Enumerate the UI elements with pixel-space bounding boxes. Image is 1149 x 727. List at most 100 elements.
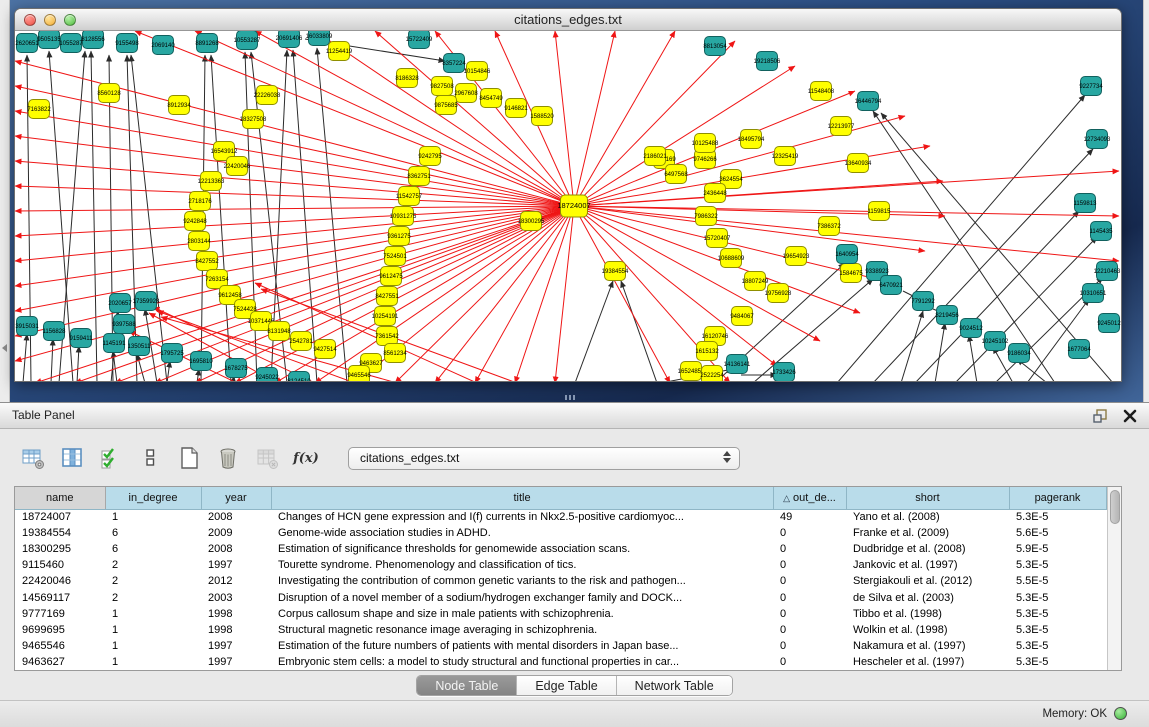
column-header-out_degree[interactable]: △out_de... — [773, 487, 846, 509]
graph-node[interactable]: 16446794 — [855, 92, 882, 111]
graph-node[interactable]: 1156828 — [43, 322, 67, 341]
table-row[interactable]: 977716911998Corpus callosum shape and si… — [15, 606, 1106, 622]
graph-node[interactable]: 9465546 — [347, 366, 371, 383]
graph-node[interactable]: 10310651 — [1080, 284, 1107, 303]
graph-edge[interactable] — [837, 95, 1085, 382]
graph-node[interactable]: 3915031 — [15, 317, 39, 336]
graph-node[interactable]: 17359928 — [133, 292, 160, 311]
graph-node[interactable]: 15722409 — [406, 31, 433, 49]
zoom-window-button[interactable] — [64, 14, 76, 26]
column-header-name[interactable]: name — [15, 487, 105, 509]
graph-node[interactable]: 9505135 — [37, 31, 61, 49]
graph-node[interactable]: 7361542 — [375, 327, 399, 346]
graph-node[interactable]: 1588520 — [530, 107, 554, 126]
graph-node[interactable]: 1677064 — [1067, 340, 1091, 359]
graph-node[interactable]: 2803144 — [187, 232, 211, 251]
graph-node[interactable]: 8813054 — [703, 37, 727, 56]
tab-edge-table[interactable]: Edge Table — [517, 676, 616, 695]
collapse-panel-arrow-icon[interactable] — [2, 344, 7, 352]
float-panel-icon[interactable] — [1091, 407, 1109, 425]
graph-node[interactable]: 8128556 — [81, 31, 105, 49]
graph-node[interactable]: 2186021 — [643, 147, 667, 166]
graph-node[interactable]: 9242795 — [418, 147, 442, 166]
graph-node[interactable]: 18807249 — [742, 272, 769, 291]
graph-node[interactable]: 1640954 — [835, 245, 859, 264]
graph-edge[interactable] — [15, 206, 574, 311]
column-header-in_degree[interactable]: in_degree — [105, 487, 201, 509]
column-header-pagerank[interactable]: pagerank — [1009, 487, 1106, 509]
graph-node[interactable]: 8912934 — [167, 96, 191, 115]
graph-node[interactable]: 8427552 — [195, 252, 219, 271]
graph-node[interactable]: 11542757 — [396, 187, 423, 206]
table-row[interactable]: 1456911722003Disruption of a novel membe… — [15, 589, 1106, 605]
close-window-button[interactable] — [24, 14, 36, 26]
graph-node[interactable]: 1615132 — [695, 342, 719, 361]
graph-edge[interactable] — [77, 346, 79, 382]
graph-edge[interactable] — [575, 281, 613, 382]
graph-edge[interactable] — [109, 55, 113, 382]
graph-node[interactable]: 12210463 — [1094, 262, 1121, 281]
graph-edge[interactable] — [315, 206, 574, 382]
graph-node[interactable]: 22420046 — [224, 157, 251, 176]
graph-node[interactable]: 9427514 — [313, 340, 337, 359]
graph-node[interactable]: 12734093 — [1084, 130, 1111, 149]
minimize-window-button[interactable] — [44, 14, 56, 26]
graph-edge[interactable] — [555, 206, 574, 382]
column-header-title[interactable]: title — [271, 487, 773, 509]
graph-node[interactable]: 9159411 — [70, 329, 94, 348]
graph-node[interactable]: 8561234 — [383, 344, 407, 363]
function-builder-button[interactable]: f(x) — [293, 445, 319, 471]
graph-node[interactable]: 8454749 — [479, 89, 503, 108]
splitter-grip[interactable] — [565, 395, 575, 400]
delete-table-button[interactable] — [215, 445, 241, 471]
graph-edge[interactable] — [395, 206, 574, 382]
graph-node[interactable]: 10553287 — [234, 31, 261, 50]
graph-node[interactable]: 9397588 — [112, 315, 136, 334]
graph-node[interactable]: 1795725 — [160, 344, 184, 363]
graph-node[interactable]: 7386372 — [817, 217, 841, 236]
graph-edge[interactable] — [15, 61, 574, 206]
graph-node[interactable]: 2020657 — [108, 294, 132, 313]
graph-node[interactable]: 10154846 — [464, 62, 491, 81]
graph-edge[interactable] — [555, 31, 574, 206]
graph-edge[interactable] — [167, 361, 170, 382]
graph-node[interactable]: 1145435 — [1090, 222, 1114, 241]
graph-edge[interactable] — [51, 339, 53, 382]
graph-node[interactable]: 14136141 — [724, 355, 751, 374]
table-row[interactable]: 1830029562008Estimation of significance … — [15, 541, 1106, 557]
graph-node[interactable]: 1350511 — [128, 337, 152, 356]
graph-node[interactable]: 9875685 — [434, 96, 458, 115]
row-height-button[interactable] — [137, 445, 163, 471]
graph-node[interactable]: 9827508 — [430, 77, 454, 96]
table-row[interactable]: 969969511998Structural magnetic resonanc… — [15, 622, 1106, 638]
graph-node[interactable]: 8362751 — [407, 167, 431, 186]
graph-node[interactable]: 9612475 — [379, 267, 403, 286]
graph-edge[interactable] — [621, 281, 657, 382]
graph-node[interactable]: 12213363 — [198, 172, 225, 191]
graph-node[interactable]: 1159813 — [1074, 194, 1098, 213]
graph-edge[interactable] — [574, 31, 615, 206]
graph-node[interactable]: 9245022 — [255, 368, 279, 383]
graph-node[interactable]: 2542781 — [289, 332, 313, 351]
memory-status-indicator[interactable] — [1114, 707, 1127, 720]
graph-edge[interactable] — [211, 55, 231, 382]
graph-node[interactable]: 11548408 — [808, 82, 835, 101]
graph-node[interactable]: 2069140 — [151, 36, 175, 55]
graph-node[interactable]: 2718176 — [188, 192, 212, 211]
graph-node[interactable]: 20691406 — [276, 31, 303, 48]
graph-node[interactable]: 19384554 — [602, 262, 629, 281]
graph-node[interactable]: 8124510 — [287, 372, 311, 383]
graph-node[interactable]: 9155498 — [115, 34, 139, 53]
graph-node[interactable]: 9484067 — [730, 307, 754, 326]
graph-node[interactable]: 7791292 — [911, 292, 935, 311]
graph-node[interactable]: 9186034 — [1007, 344, 1031, 363]
graph-node[interactable]: 1145191 — [103, 334, 127, 353]
new-table-button[interactable] — [176, 445, 202, 471]
graph-node[interactable]: 10931275 — [390, 207, 417, 226]
graph-edge[interactable] — [901, 311, 923, 382]
graph-node[interactable]: 8560128 — [97, 84, 121, 103]
graph-node[interactable]: 8219456 — [935, 306, 959, 325]
graph-node[interactable]: 19218506 — [754, 52, 781, 71]
graph-node[interactable]: 8427551 — [375, 287, 399, 306]
graph-node[interactable]: 9227734 — [1079, 77, 1103, 96]
